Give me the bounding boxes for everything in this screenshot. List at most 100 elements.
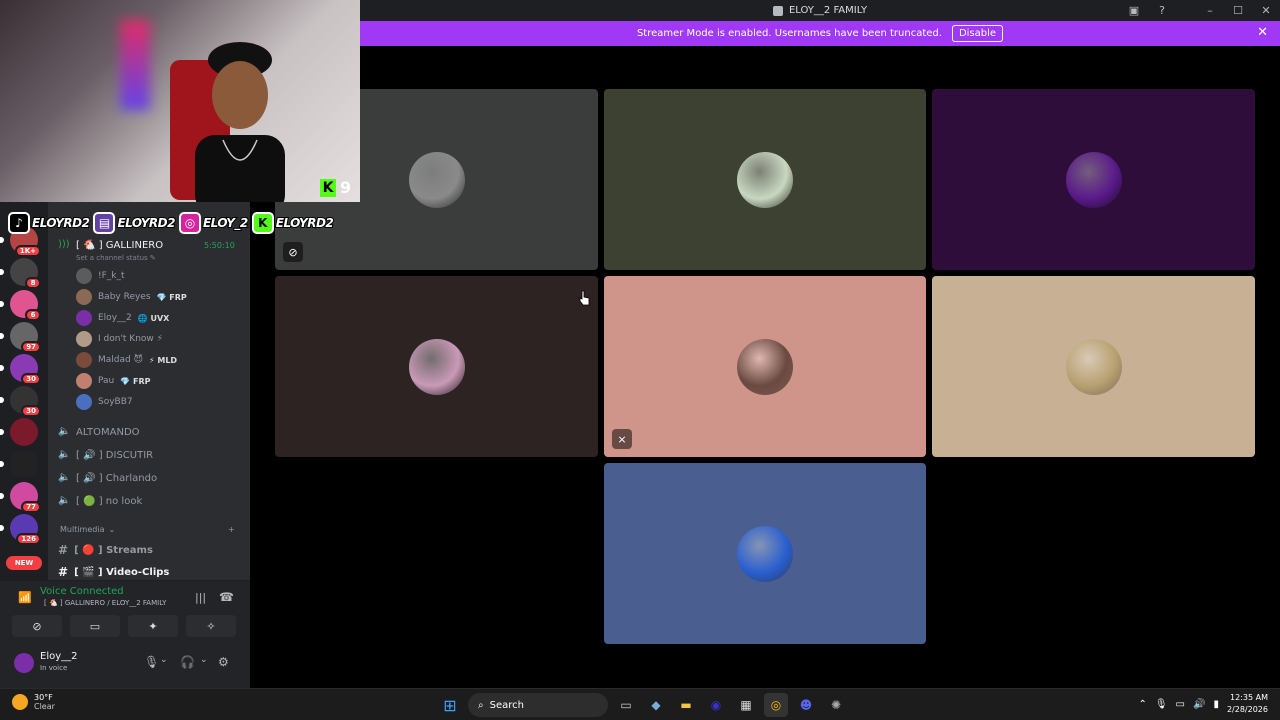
avatar <box>76 289 92 305</box>
voice-timer: 5:50:10 <box>204 240 235 250</box>
participant-tile[interactable]: ⨯ <box>604 276 926 457</box>
voice-user[interactable]: SoyBB7 <box>76 392 139 412</box>
clock[interactable]: 12:35 AM 2/28/2026 <box>1227 692 1268 716</box>
unread-indicator <box>0 365 4 371</box>
voice-location[interactable]: [ 🐔 ] GALLINERO / ELOY__2 FAMILY <box>44 599 166 607</box>
close-banner-icon[interactable]: ✕ <box>1257 25 1268 40</box>
server-icon[interactable]: 8 <box>0 258 41 289</box>
voice-channel[interactable]: 🔈 [ 🔊 ] DISCUTIR <box>58 446 153 464</box>
activities-button[interactable]: ✦ <box>128 615 178 637</box>
soundboard-button[interactable]: ✧ <box>186 615 236 637</box>
voice-channel-name: ALTOMANDO <box>76 426 140 438</box>
app-icon[interactable]: ✺ <box>824 693 848 717</box>
username[interactable]: Eloy__2 <box>40 651 78 662</box>
chrome-icon[interactable]: ◎ <box>764 693 788 717</box>
channel-status-hint[interactable]: Set a channel status ✎ <box>76 254 156 262</box>
participant-avatar <box>737 525 793 582</box>
chevron-up-icon[interactable]: ⌃ <box>1138 699 1146 710</box>
voice-user[interactable]: Maldad 😈 ⚡ MLD <box>76 350 177 370</box>
add-channel-icon[interactable]: + <box>228 525 235 534</box>
taskbar-search[interactable]: ⌕ Search <box>468 693 608 717</box>
server-icon[interactable] <box>0 418 38 446</box>
server-icon[interactable]: 97 <box>0 322 41 353</box>
voice-user[interactable]: Eloy__2 🌐 UVX <box>76 308 169 328</box>
participant-tile[interactable] <box>932 276 1255 457</box>
participant-tile[interactable] <box>932 89 1255 270</box>
participant-tile[interactable] <box>604 89 926 270</box>
close-window-button[interactable]: ✕ <box>1252 0 1280 21</box>
battery-icon[interactable]: ▮ <box>1213 699 1219 710</box>
date: 2/28/2026 <box>1226 705 1268 714</box>
voice-channel-name: [ 🔊 ] DISCUTIR <box>76 449 154 461</box>
store-app-icon[interactable]: ◆ <box>644 693 668 717</box>
voice-connected-label[interactable]: Voice Connected <box>40 586 124 597</box>
search-icon: ⌕ <box>478 699 484 711</box>
voice-user-name: Eloy__2 <box>98 313 132 323</box>
camera-button[interactable]: ⊘ <box>12 615 62 637</box>
active-voice-channel[interactable]: ))) [ 🐔 ] GALLINERO 5:50:10 <box>58 236 235 254</box>
voice-panel: 📶 Voice Connected [ 🐔 ] GALLINERO / ELOY… <box>0 580 250 688</box>
avatar <box>76 268 92 284</box>
led-lamp <box>120 20 150 110</box>
mic-options-chevron-icon[interactable]: ⌄ <box>160 655 168 665</box>
mention-count-badge: 126 <box>16 533 41 545</box>
unread-indicator <box>0 461 4 467</box>
edge-browser-icon[interactable]: ◉ <box>704 693 728 717</box>
file-explorer-icon[interactable]: ▬ <box>674 693 698 717</box>
help-icon[interactable]: ? <box>1148 0 1176 21</box>
user-tag: 💎 FRP <box>120 376 151 386</box>
disconnect-icon[interactable]: ☎ <box>219 590 234 604</box>
mic-icon[interactable]: 🎙 <box>144 655 159 669</box>
participant-tile[interactable] <box>275 276 598 457</box>
server-icon[interactable]: 30 <box>0 354 41 385</box>
voice-user[interactable]: !F_k_t <box>76 266 131 286</box>
voice-actions: ⊘ ▭ ✦ ✧ <box>12 615 236 637</box>
audio-options-chevron-icon[interactable]: ⌄ <box>200 655 208 665</box>
voice-user[interactable]: I don't Know ⚡ <box>76 329 169 349</box>
server-icon[interactable]: 6 <box>0 290 41 321</box>
windows-start-icon[interactable]: ⊞ <box>438 693 462 717</box>
network-icon[interactable]: ▭ <box>1176 699 1185 710</box>
speaker-icon: 🔈 <box>58 472 71 483</box>
microsoft-store-icon[interactable]: ▦ <box>734 693 758 717</box>
server-icon[interactable]: 30 <box>0 386 41 417</box>
screen-share-button[interactable]: ▭ <box>70 615 120 637</box>
task-view-icon[interactable]: ▭ <box>614 693 638 717</box>
hash-icon: # <box>58 543 69 557</box>
weather-widget[interactable]: 30°F Clear <box>12 693 55 711</box>
avatar[interactable] <box>14 653 34 673</box>
voice-channel[interactable]: 🔈 [ 🟢 ] no look <box>58 492 142 510</box>
server-icon[interactable] <box>0 450 38 478</box>
settings-gear-icon[interactable]: ⚙ <box>218 655 229 669</box>
voice-channel[interactable]: 🔈 ALTOMANDO <box>58 423 140 441</box>
social-handle-twitch: ▤ ELOYRD2 <box>93 212 176 234</box>
volume-icon[interactable]: 🔊 <box>1193 699 1205 710</box>
noise-icon[interactable]: ||| <box>195 591 206 604</box>
server-icon[interactable]: 77 <box>0 482 41 513</box>
discord-icon[interactable]: ☻ <box>794 693 818 717</box>
category-multimedia[interactable]: Multimedia ⌄ + <box>60 525 235 534</box>
avatar <box>76 373 92 389</box>
avatar <box>76 352 92 368</box>
hash-icon: # <box>58 565 69 579</box>
text-channel[interactable]: # [ 🔴 ] Streams <box>58 541 153 559</box>
new-badge[interactable]: NEW <box>6 556 42 570</box>
mic-off-icon: ⨯ <box>612 429 632 449</box>
maximize-button[interactable]: ☐ <box>1224 0 1252 21</box>
voice-user[interactable]: Baby Reyes 💎 FRP <box>76 287 187 307</box>
mic-tray-icon[interactable]: 🎙 <box>1155 699 1168 710</box>
text-channel[interactable]: # [ 🎬 ] Video-Clips <box>58 563 169 581</box>
headphones-icon[interactable]: 🎧 <box>180 655 195 669</box>
minimize-button[interactable]: – <box>1196 0 1224 21</box>
weather-condition: Clear <box>34 702 55 711</box>
server-icon[interactable]: 126 <box>0 514 41 545</box>
participant-tile[interactable] <box>604 463 926 644</box>
screen: ELOY__2 FAMILY ▣ ? – ☐ ✕ Streamer Mode i… <box>0 0 1280 720</box>
kick-icon: K <box>320 178 336 197</box>
screen-share-icon[interactable]: ▣ <box>1120 0 1148 21</box>
disable-button[interactable]: Disable <box>951 25 1004 42</box>
voice-user[interactable]: Pau 💎 FRP <box>76 371 150 391</box>
category-label: Multimedia <box>60 525 105 534</box>
twitch-icon: ▤ <box>93 212 116 234</box>
voice-channel[interactable]: 🔈 [ 🔊 ] Charlando <box>58 469 157 487</box>
